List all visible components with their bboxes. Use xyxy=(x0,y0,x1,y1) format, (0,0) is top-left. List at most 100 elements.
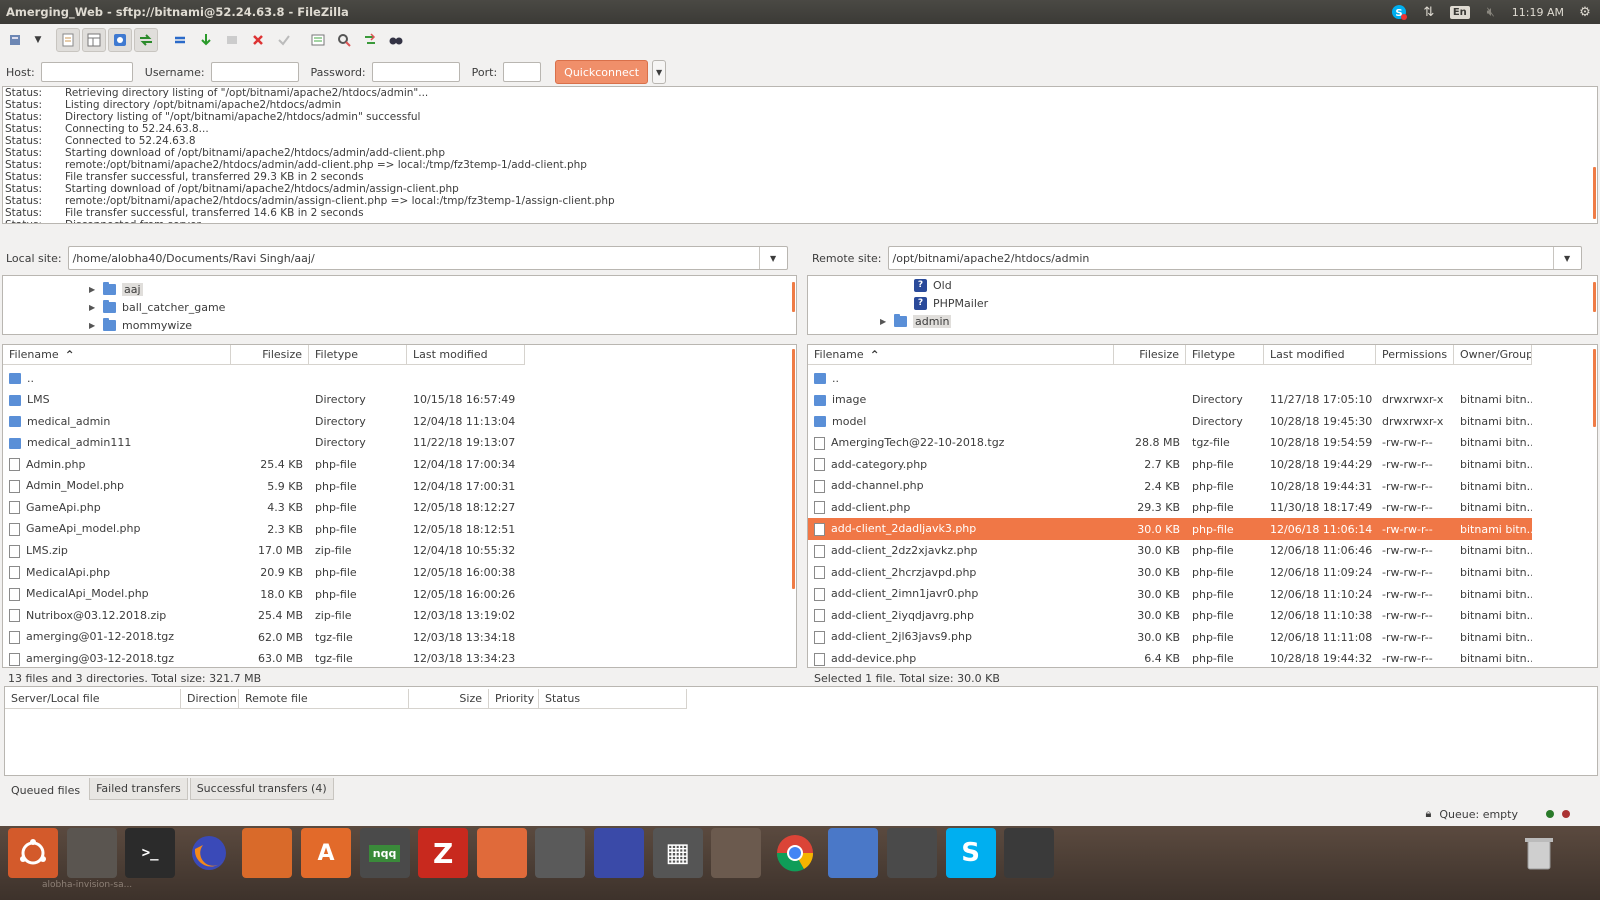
message-log-icon[interactable] xyxy=(56,28,80,52)
ubuntu-dash-icon[interactable] xyxy=(8,828,58,878)
log-scrollbar[interactable] xyxy=(1593,167,1596,219)
table-row[interactable]: LMS Directory 10/15/18 16:57:49 xyxy=(3,389,525,411)
text-editor-icon[interactable] xyxy=(242,828,293,878)
clock[interactable]: 11:19 AM xyxy=(1512,6,1564,19)
username-input[interactable] xyxy=(210,62,299,82)
queue-column-header[interactable]: Remote file xyxy=(239,689,409,708)
queue-column-header[interactable]: Priority xyxy=(489,689,539,708)
pencil-app-icon[interactable] xyxy=(476,828,527,878)
remote-tree-icon[interactable] xyxy=(108,28,132,52)
file-list-scrollbar[interactable] xyxy=(792,349,795,589)
column-header-owner-group[interactable]: Owner/Group xyxy=(1454,345,1532,364)
message-log[interactable]: Status: Retrieving directory listing of "… xyxy=(2,86,1598,224)
table-row[interactable]: MedicalApi_Model.php 18.0 KB php-file 12/05… xyxy=(3,583,525,605)
refresh-icon[interactable] xyxy=(168,28,192,52)
table-row[interactable]: add-channel.php 2.4 KB php-file 10/28/18 19… xyxy=(808,475,1532,497)
table-row[interactable]: add-client_2dz2xjavkz.php 30.0 KB php-file… xyxy=(808,540,1532,562)
queue-column-header[interactable]: Server/Local file xyxy=(5,689,181,708)
chromium-icon[interactable] xyxy=(828,828,879,878)
table-row[interactable]: model Directory 10/28/18 19:45:30 drwxrwxr-… xyxy=(808,410,1532,432)
table-row[interactable]: GameApi.php 4.3 KB php-file 12/05/18 18:12:… xyxy=(3,497,525,519)
tab-successful[interactable]: Successful transfers (4) xyxy=(189,778,334,800)
transfer-queue[interactable]: Server/Local file Direction Remote file Siz… xyxy=(4,686,1598,776)
firefox-icon[interactable] xyxy=(184,828,234,878)
table-row[interactable]: LMS.zip 17.0 MB zip-file 12/04/18 10:55:32 xyxy=(3,540,525,562)
table-row[interactable]: add-client_2dadljavk3.php 30.0 KB php-file… xyxy=(808,518,1532,541)
column-header-last-modified[interactable]: Last modified xyxy=(1264,345,1376,364)
table-row[interactable]: image Directory 11/27/18 17:05:10 drwxrwxr-… xyxy=(808,389,1532,411)
queue-column-header[interactable]: Direction xyxy=(181,689,239,708)
tree-item[interactable]: ▶ mommywize xyxy=(89,316,192,334)
table-row[interactable]: AmergingTech@22-10-2018.tgz 28.8 MB tgz-fi… xyxy=(808,432,1532,454)
table-row[interactable]: add-device.php 6.4 KB php-file 10/28/18 19:… xyxy=(808,648,1532,667)
chevron-right-icon[interactable]: ▶ xyxy=(89,303,103,312)
remote-desktop-icon[interactable] xyxy=(594,828,644,878)
queue-column-header[interactable]: Size xyxy=(409,689,489,708)
tree-scrollbar[interactable] xyxy=(792,282,795,312)
table-row[interactable]: amerging@01-12-2018.tgz 62.0 MB tgz-file 12… xyxy=(3,626,525,648)
toggle-filters-icon[interactable] xyxy=(332,28,356,52)
column-header-filename[interactable]: Filename ⌃ xyxy=(808,345,1114,364)
password-input[interactable] xyxy=(371,62,460,82)
table-row[interactable]: add-category.php 2.7 KB php-file 10/28/18 1… xyxy=(808,453,1532,475)
site-manager-icon[interactable] xyxy=(4,28,28,52)
column-header-last-modified[interactable]: Last modified xyxy=(407,345,525,364)
remote-directory-tree[interactable]: ? Old? PHPMailer ▶ admin xyxy=(807,275,1598,335)
table-row[interactable]: MedicalApi.php 20.9 KB php-file 12/05/18 16… xyxy=(3,561,525,583)
reconnect-icon[interactable] xyxy=(272,28,296,52)
transfer-queue-icon[interactable] xyxy=(134,28,158,52)
process-queue-icon[interactable] xyxy=(194,28,218,52)
trash-icon[interactable] xyxy=(1514,828,1564,878)
tree-item[interactable]: ▶ aaj xyxy=(89,280,143,298)
chevron-down-icon[interactable]: ▼ xyxy=(758,247,787,269)
table-row[interactable]: add-client_2jl63javs9.php 30.0 KB php-file… xyxy=(808,626,1532,648)
chevron-right-icon[interactable]: ▶ xyxy=(880,317,894,326)
network-icon[interactable]: ⇅ xyxy=(1420,3,1438,21)
video-icon[interactable] xyxy=(887,828,937,878)
local-directory-tree[interactable]: ▶ aaj ▶ ball_catcher_game ▶ mommywize xyxy=(2,275,797,335)
table-row[interactable]: Admin_Model.php 5.9 KB php-file 12/04/18 17… xyxy=(3,475,525,497)
queue-column-header[interactable]: Status xyxy=(539,689,687,708)
host-input[interactable] xyxy=(40,62,133,82)
search-icon[interactable] xyxy=(384,28,408,52)
column-header-filetype[interactable]: Filetype xyxy=(1186,345,1264,364)
column-header-filename[interactable]: Filename ⌃ xyxy=(3,345,231,364)
port-input[interactable] xyxy=(503,62,542,82)
screenshot-icon[interactable] xyxy=(535,828,586,878)
directory-listing-filter-icon[interactable] xyxy=(306,28,330,52)
skype-icon[interactable]: S xyxy=(945,828,996,878)
table-row[interactable]: medical_admin Directory 12/04/18 11:13:04 xyxy=(3,410,525,432)
tree-item[interactable]: ? PHPMailer xyxy=(900,294,988,312)
nqq-icon[interactable]: nqq xyxy=(359,828,410,878)
table-row[interactable]: add-client_2imn1javr0.php 30.0 KB php-file… xyxy=(808,583,1532,605)
table-row[interactable]: add-client_2iyqdjavrg.php 30.0 KB php-file… xyxy=(808,605,1532,627)
chrome-icon[interactable] xyxy=(770,828,820,878)
tree-item[interactable]: ? Old xyxy=(900,276,952,294)
files-icon[interactable] xyxy=(66,828,117,878)
table-row[interactable]: .. xyxy=(808,367,1532,389)
skype-icon[interactable]: S xyxy=(1390,3,1408,21)
chevron-down-icon[interactable]: ▼ xyxy=(1552,247,1581,269)
tree-scrollbar[interactable] xyxy=(1593,282,1596,312)
tree-item[interactable]: ▶ admin xyxy=(880,312,952,330)
table-row[interactable]: GameApi_model.php 2.3 KB php-file 12/05/18 … xyxy=(3,518,525,540)
table-row[interactable]: Nutribox@03.12.2018.zip 25.4 MB zip-file 12… xyxy=(3,605,525,627)
volume-mute-icon[interactable]: 🔇︎ xyxy=(1482,3,1500,21)
remote-path-combo[interactable]: /opt/bitnami/apache2/htdocs/admin ▼ xyxy=(887,246,1582,270)
table-row[interactable]: amerging@03-12-2018.tgz 63.0 MB tgz-file 12… xyxy=(3,648,525,667)
table-row[interactable]: add-client_2hcrzjavpd.php 30.0 KB php-file… xyxy=(808,561,1532,583)
filezilla-icon[interactable]: Z xyxy=(418,828,469,878)
sublime-icon[interactable] xyxy=(1004,828,1055,878)
calculator-icon[interactable]: ▦ xyxy=(652,828,703,878)
tree-item[interactable]: ▶ ball_catcher_game xyxy=(89,298,225,316)
software-center-icon[interactable]: A xyxy=(301,828,351,878)
keyboard-layout[interactable]: En xyxy=(1449,5,1470,19)
tab-failed[interactable]: Failed transfers xyxy=(89,778,188,800)
table-row[interactable]: medical_admin111 Directory 11/22/18 19:13:… xyxy=(3,432,525,454)
chevron-right-icon[interactable]: ▶ xyxy=(89,285,103,294)
settings-gear-icon[interactable]: ⚙ xyxy=(1576,3,1594,21)
disconnect-icon[interactable] xyxy=(246,28,270,52)
local-tree-icon[interactable] xyxy=(82,28,106,52)
chevron-right-icon[interactable]: ▶ xyxy=(89,321,103,330)
tab-queued[interactable]: Queued files xyxy=(4,778,88,804)
